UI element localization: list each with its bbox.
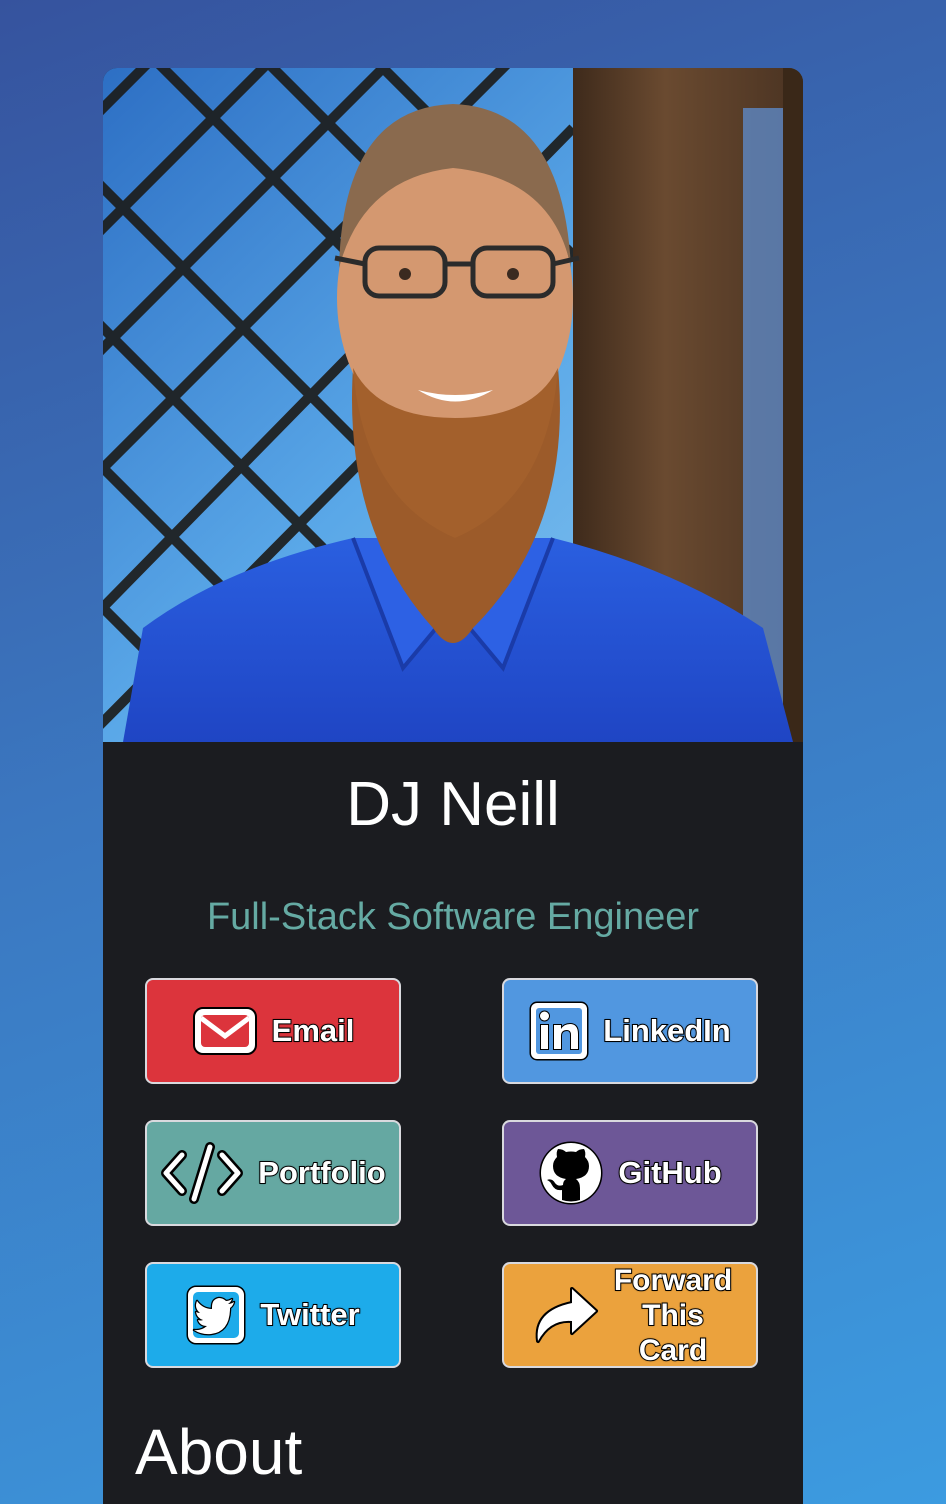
github-button[interactable]: GitHub [502, 1120, 758, 1226]
forward-card-button[interactable]: Forward This Card [502, 1262, 758, 1368]
forward-label-line: Card [638, 1333, 708, 1368]
business-card: DJ Neill Full-Stack Software Engineer Em… [103, 68, 803, 1504]
email-button[interactable]: Email [145, 978, 401, 1084]
forward-label-line: Forward [613, 1263, 733, 1298]
twitter-icon [186, 1285, 246, 1345]
code-icon [160, 1141, 244, 1205]
forward-label-line: This [641, 1298, 705, 1333]
envelope-icon [192, 1006, 258, 1056]
twitter-label: Twitter [259, 1296, 360, 1333]
job-title: Full-Stack Software Engineer [206, 896, 700, 938]
person-name: DJ Neill [346, 770, 560, 839]
github-icon [538, 1140, 604, 1206]
linkedin-icon [529, 1001, 589, 1061]
twitter-button[interactable]: Twitter [145, 1262, 401, 1368]
linkedin-label: LinkedIn [602, 1012, 731, 1049]
forward-label: Forward This Card [613, 1263, 733, 1368]
profile-photo [103, 68, 803, 742]
portfolio-label: Portfolio [257, 1154, 386, 1191]
share-arrow-icon [528, 1283, 600, 1347]
about-heading: About [135, 1416, 303, 1488]
email-label: Email [271, 1012, 356, 1049]
linkedin-button[interactable]: LinkedIn [502, 978, 758, 1084]
github-label: GitHub [617, 1154, 722, 1191]
portfolio-button[interactable]: Portfolio [145, 1120, 401, 1226]
